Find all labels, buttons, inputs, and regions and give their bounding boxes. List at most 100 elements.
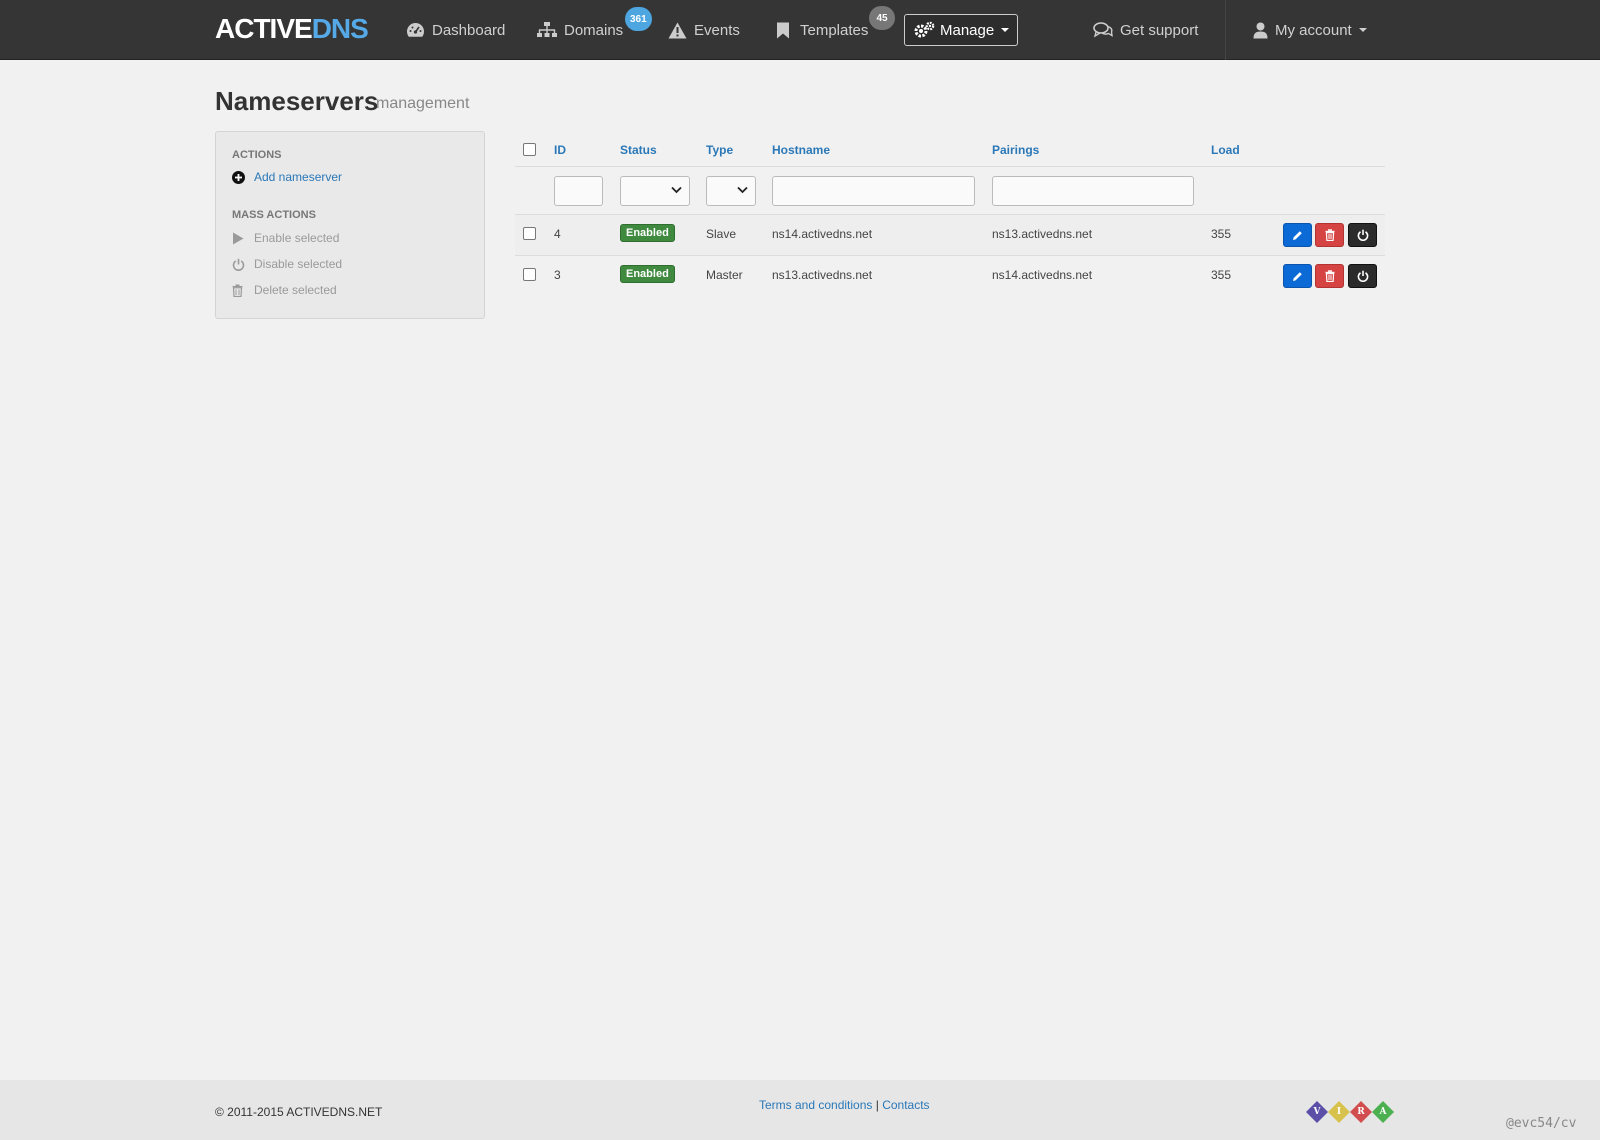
nav-domains[interactable]: Domains	[537, 0, 623, 60]
power-icon	[232, 258, 245, 271]
nav-divider	[1225, 0, 1226, 60]
bookmark-icon	[777, 22, 789, 38]
footer-separator: |	[875, 1098, 879, 1112]
sitemap-icon	[537, 22, 557, 37]
vira-letter: V	[1313, 1107, 1321, 1117]
watermark-text: @evc54/cv	[1506, 1116, 1577, 1131]
caret-down-icon	[1358, 28, 1367, 32]
nav-get-support[interactable]: Get support	[1093, 0, 1198, 60]
delete-button[interactable]	[1315, 223, 1344, 247]
select-all-checkbox[interactable]	[523, 143, 536, 156]
row-hostname: ns14.activedns.net	[772, 227, 873, 241]
nav-my-account-label: My account	[1275, 21, 1352, 39]
trash-icon	[1325, 270, 1334, 282]
power-icon	[1357, 229, 1368, 241]
caret-down-icon	[1001, 28, 1010, 32]
row-divider	[515, 255, 1385, 256]
row-checkbox[interactable]	[523, 268, 536, 281]
play-icon	[233, 232, 244, 244]
cogs-icon	[914, 21, 935, 38]
chevron-down-icon	[737, 186, 748, 194]
vira-letter: R	[1357, 1107, 1365, 1117]
chevron-down-icon	[671, 186, 682, 194]
row-type: Master	[706, 268, 743, 282]
type-filter-select[interactable]	[706, 176, 756, 206]
vira-logo-diamond: R	[1349, 1100, 1373, 1124]
warning-icon	[668, 22, 687, 38]
row-id: 3	[554, 268, 561, 282]
row-checkbox[interactable]	[523, 227, 536, 240]
nav-events[interactable]: Events	[668, 0, 740, 60]
add-nameserver-link[interactable]: Add nameserver	[232, 170, 342, 184]
vira-letter: I	[1336, 1107, 1342, 1117]
vira-logo[interactable]: V I R A	[1305, 1100, 1395, 1124]
dashboard-icon	[407, 23, 424, 37]
manage-dropdown-button[interactable]: Manage	[904, 14, 1018, 46]
delete-button[interactable]	[1315, 264, 1344, 288]
hostname-filter-input[interactable]	[772, 176, 975, 206]
column-header-type[interactable]: Type	[706, 143, 733, 157]
manage-label: Manage	[940, 21, 995, 39]
footer-links: Terms and conditions | Contacts	[759, 1098, 930, 1112]
column-header-status[interactable]: Status	[620, 143, 657, 157]
nav-my-account[interactable]: My account	[1253, 0, 1367, 60]
pencil-icon	[1293, 271, 1302, 281]
power-toggle-button[interactable]	[1348, 264, 1377, 288]
nav-events-label: Events	[694, 21, 740, 39]
brand-logo-part2: DNS	[311, 13, 369, 44]
row-load: 355	[1211, 227, 1232, 241]
row-pairings: ns13.activedns.net	[992, 227, 1093, 241]
trash-icon	[232, 284, 243, 297]
actions-sidebar: Actions Add nameserver Mass actions Enab…	[215, 131, 485, 319]
id-filter-input[interactable]	[554, 176, 603, 206]
enable-selected-label: Enable selected	[254, 231, 340, 245]
row-hostname: ns13.activedns.net	[772, 268, 873, 282]
vira-logo-diamond: V	[1305, 1100, 1329, 1124]
column-header-load[interactable]: Load	[1211, 143, 1240, 157]
nav-dashboard-label: Dashboard	[432, 21, 506, 39]
comments-icon	[1093, 22, 1113, 38]
page-title: Nameservers	[215, 86, 379, 116]
page-subtitle: management	[376, 95, 470, 112]
row-pairings: ns14.activedns.net	[992, 268, 1093, 282]
contacts-link[interactable]: Contacts	[882, 1098, 929, 1112]
nav-dashboard[interactable]: Dashboard	[406, 0, 505, 60]
column-header-id[interactable]: ID	[554, 143, 566, 157]
row-type: Slave	[706, 227, 737, 241]
power-icon	[1357, 270, 1368, 282]
vira-letter: A	[1379, 1107, 1387, 1117]
copyright-text: © 2011-2015 ACTIVEDNS.NET	[215, 1105, 383, 1119]
brand-logo[interactable]: ACTIVEDNS	[215, 13, 369, 45]
top-navbar: ACTIVEDNS Dashboard Domains 361 Events T…	[0, 0, 1600, 60]
vira-logo-diamond: I	[1327, 1100, 1351, 1124]
header-divider	[515, 166, 1385, 167]
delete-selected-label: Delete selected	[254, 283, 337, 297]
nav-templates-label: Templates	[800, 21, 869, 39]
brand-logo-part1: ACTIVE	[215, 13, 313, 44]
templates-count-badge: 45	[869, 6, 895, 30]
nav-templates[interactable]: Templates	[776, 0, 868, 60]
add-nameserver-label: Add nameserver	[254, 170, 343, 184]
power-toggle-button[interactable]	[1348, 223, 1377, 247]
user-icon	[1253, 22, 1268, 38]
row-id: 4	[554, 227, 561, 241]
edit-button[interactable]	[1283, 264, 1312, 288]
disable-selected-link[interactable]: Disable selected	[232, 257, 342, 271]
terms-link[interactable]: Terms and conditions	[759, 1098, 872, 1112]
column-header-pairings[interactable]: Pairings	[992, 143, 1039, 157]
vira-logo-diamond: A	[1371, 1100, 1395, 1124]
delete-selected-link[interactable]: Delete selected	[232, 283, 337, 297]
disable-selected-label: Disable selected	[254, 257, 343, 271]
pairings-filter-input[interactable]	[992, 176, 1194, 206]
column-header-hostname[interactable]: Hostname	[772, 143, 830, 157]
plus-circle-icon	[232, 170, 245, 184]
actions-header: Actions	[232, 149, 282, 161]
enable-selected-link[interactable]: Enable selected	[232, 231, 339, 245]
edit-button[interactable]	[1283, 223, 1312, 247]
pencil-icon	[1293, 230, 1302, 240]
nav-get-support-label: Get support	[1120, 21, 1199, 39]
status-badge: Enabled	[620, 224, 675, 242]
trash-icon	[1325, 229, 1334, 241]
status-filter-select[interactable]	[620, 176, 690, 206]
row-load: 355	[1211, 268, 1232, 282]
